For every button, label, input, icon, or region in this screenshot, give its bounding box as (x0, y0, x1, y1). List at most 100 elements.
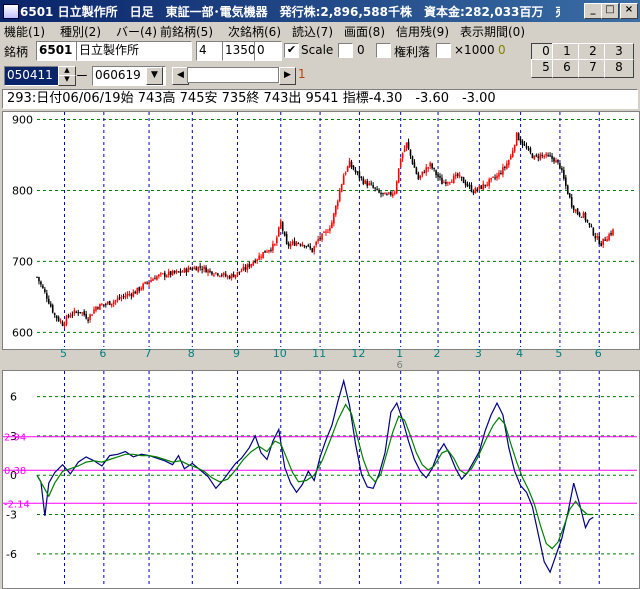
price-candle-body-76 (185, 268, 188, 273)
price-chart[interactable]: 600 700 800 900 (2, 111, 640, 350)
price-candle-body-157 (344, 172, 347, 175)
price-candle-body-12 (59, 321, 62, 323)
month-label-12: 5 (555, 348, 562, 360)
price-candle-body-140 (311, 248, 314, 253)
scroll-right-icon[interactable]: ▶ (279, 67, 296, 85)
price-candle-body-178 (386, 194, 388, 196)
price-candle-body-25 (85, 314, 87, 319)
price-candle-body-134 (299, 244, 302, 246)
price-candle-body-23 (81, 312, 84, 314)
price-candle-body-161 (352, 165, 355, 170)
price-candle-body-177 (384, 192, 386, 195)
scale-checkbox[interactable]: ✔ (284, 43, 299, 58)
menu-prev-stock[interactable]: 前銘柄(5) (160, 23, 213, 40)
price-candle-body-137 (305, 246, 308, 248)
price-candle-body-74 (181, 271, 184, 273)
price-candle-body-252 (531, 153, 534, 159)
price-candle-body-261 (549, 155, 551, 157)
stock-name-input[interactable]: 日立製作所 (76, 41, 192, 61)
price-candle-body-279 (584, 212, 587, 221)
price-candle-body-70 (173, 270, 176, 273)
price-candle-body-94 (220, 274, 223, 276)
price-candle-body-108 (248, 263, 251, 267)
price-candle-body-243 (513, 144, 516, 152)
date-from-spinner[interactable]: ▲ ▼ (58, 66, 76, 86)
x1000-checkbox[interactable] (436, 43, 451, 58)
menu-load[interactable]: 読込(7) (292, 23, 333, 40)
price-candle-body-105 (242, 267, 245, 271)
maximize-button[interactable]: □ (601, 3, 619, 19)
price-candle-body-158 (346, 166, 349, 172)
stock-code-input[interactable]: 6501 (36, 41, 78, 61)
price-candle-body-233 (494, 177, 496, 179)
price-candle-body-30 (95, 306, 97, 311)
price-candle-body-49 (132, 291, 135, 297)
chevron-down-icon[interactable]: ▼ (146, 67, 163, 85)
price-candle-body-164 (358, 171, 361, 178)
price-candle-body-78 (189, 268, 192, 270)
rights-checkbox[interactable] (376, 43, 391, 58)
price-candle-body-173 (376, 188, 378, 190)
price-candle-body-135 (301, 244, 304, 247)
price-candle-body-179 (388, 192, 390, 194)
price-candle-body-270 (566, 185, 569, 195)
price-candle-body-117 (266, 251, 268, 253)
menu-function[interactable]: 機能(1) (4, 23, 45, 40)
date-from-input[interactable]: 050411 (4, 66, 62, 86)
price-candle-body-119 (270, 249, 272, 251)
zero-checkbox[interactable] (338, 43, 353, 58)
month-label-4: 9 (233, 348, 240, 360)
price-candle-body-84 (201, 268, 203, 270)
price-candle-body-241 (509, 155, 512, 160)
minimize-button[interactable]: _ (584, 3, 602, 19)
price-candle-body-47 (128, 294, 131, 296)
menu-type[interactable]: 種別(2) (60, 23, 101, 40)
price-candle-body-0 (36, 276, 38, 278)
price-candle-body-198 (425, 167, 428, 173)
close-button[interactable]: × (620, 3, 638, 19)
price-candle-body-24 (83, 311, 85, 315)
price-candle-body-210 (449, 182, 451, 184)
price-candle-body-145 (321, 233, 323, 240)
price-candle-body-31 (97, 307, 99, 309)
price-candle-body-86 (205, 267, 207, 273)
price-tick-label-0: 600 (12, 326, 33, 339)
price-candle-body-174 (378, 189, 380, 193)
month-label-7: 12 (351, 348, 365, 360)
price-candle-body-75 (183, 268, 186, 273)
menu-bar-type[interactable]: バー(4) (116, 23, 157, 40)
panel-button-8[interactable]: 8 (604, 59, 634, 78)
price-candle-body-3 (42, 285, 44, 289)
price-candle-body-100 (232, 274, 235, 278)
menu-screen[interactable]: 画面(8) (344, 23, 385, 40)
price-candle-body-201 (431, 163, 433, 169)
price-candle-body-204 (437, 174, 439, 178)
price-candle-body-59 (152, 278, 154, 281)
price-candle-body-5 (46, 293, 48, 299)
price-candle-body-79 (191, 268, 194, 270)
price-candle-body-91 (215, 272, 217, 274)
price-candle-body-159 (348, 160, 351, 168)
price-candle-body-172 (374, 187, 376, 189)
param2-input[interactable]: 1350 (222, 41, 256, 61)
price-candle-body-88 (209, 270, 211, 272)
price-candle-body-215 (458, 175, 461, 177)
spin-down-icon[interactable]: ▼ (58, 75, 76, 86)
period-scrollbar[interactable] (187, 67, 279, 83)
param3-input[interactable]: 0 (254, 41, 282, 61)
param1-input[interactable]: 4 (196, 41, 224, 61)
title-bar[interactable]: 6501 日立製作所 日足 東証一部･電気機器 発行株:2,896,588千株 … (0, 0, 640, 22)
oscillator-chart[interactable]: 6 3 0 -3 -6 2.94 0.38 -2.14 (2, 370, 640, 589)
menu-margin[interactable]: 信用残(9) (396, 23, 449, 40)
osc-reference-label-2: -2.14 (4, 499, 30, 510)
price-candle-body-163 (356, 171, 359, 173)
price-candle-body-167 (364, 180, 367, 184)
price-candle-body-111 (254, 260, 257, 263)
date-separator: ー (76, 69, 89, 83)
menu-period[interactable]: 表示期間(0) (460, 23, 525, 40)
price-candle-body-171 (372, 185, 374, 188)
price-candle-body-180 (390, 192, 392, 195)
month-label-10: 3 (475, 348, 482, 360)
menu-next-stock[interactable]: 次銘柄(6) (228, 23, 281, 40)
price-candle-body-96 (224, 273, 227, 277)
